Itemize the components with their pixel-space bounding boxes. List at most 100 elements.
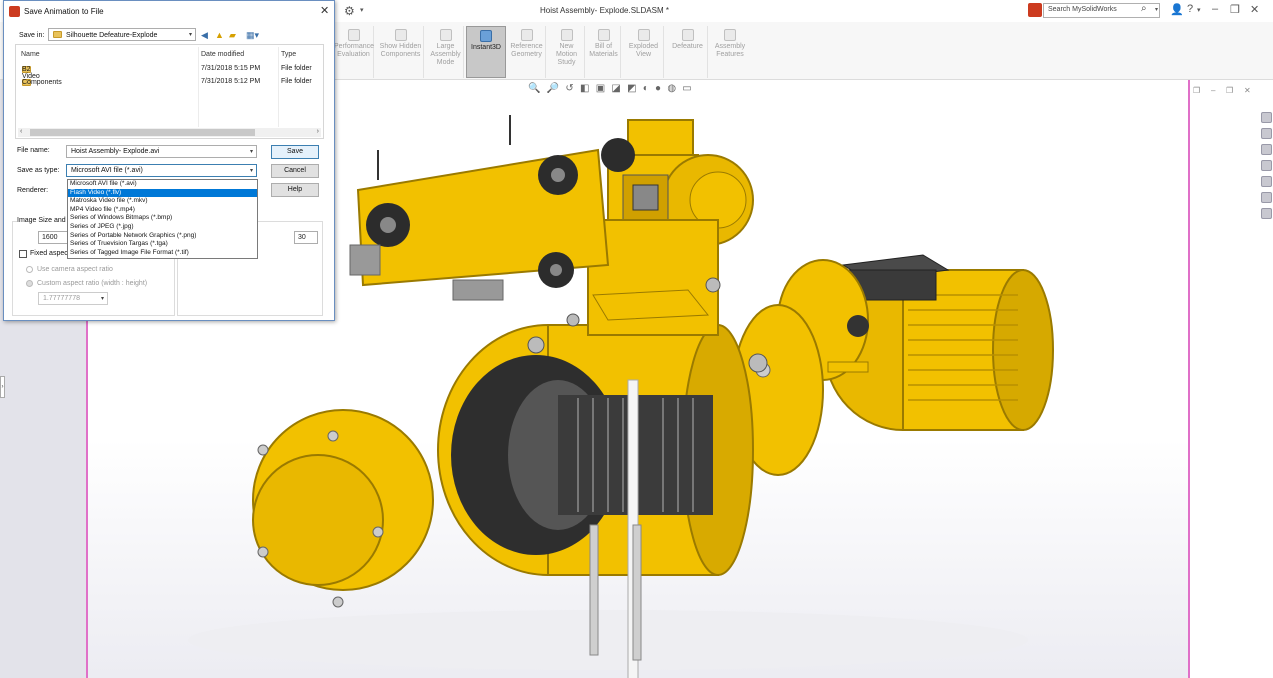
user-icon[interactable]: 👤 — [1170, 3, 1184, 16]
type-option[interactable]: Series of JPEG (*.jpg) — [68, 223, 257, 232]
ribbon-label: Performance Evaluation — [334, 43, 375, 58]
list-item[interactable]: Components 7/31/2018 5:12 PM File folder — [22, 77, 318, 89]
save-in-combo[interactable]: Silhouette Defeature-Explode ▾ — [48, 28, 196, 41]
chevron-down-icon: ▾ — [249, 168, 253, 174]
horizontal-scrollbar[interactable]: ‹ › — [18, 128, 321, 137]
motion-study-icon — [560, 29, 573, 41]
column-header-type[interactable]: Type — [281, 51, 296, 58]
cancel-button[interactable]: Cancel — [271, 164, 319, 178]
aspect-ratio-select[interactable]: 1.77777778 ▾ — [38, 292, 108, 305]
save-as-type-select[interactable]: Microsoft AVI file (*.avi) ▾ — [66, 164, 257, 177]
back-icon[interactable]: ◀ — [201, 30, 208, 41]
scroll-right-icon[interactable]: › — [317, 128, 319, 135]
list-item[interactable]: B2 Video 7/31/2018 5:15 PM File folder — [22, 64, 318, 80]
save-as-type-dropdown[interactable]: Microsoft AVI file (*.avi) Flash Video (… — [67, 179, 258, 259]
ribbon-assembly-features[interactable]: Assembly Features — [710, 26, 750, 78]
task-pane — [1261, 112, 1273, 222]
ribbon-performance-evaluation[interactable]: Performance Evaluation — [334, 26, 374, 78]
save-as-type-label: Save as type: — [17, 167, 60, 174]
camera-aspect-radio[interactable] — [26, 266, 33, 273]
chevron-down-icon: ▾ — [249, 149, 253, 155]
ribbon-reference-geometry[interactable]: Reference Geometry — [508, 26, 546, 78]
close-icon[interactable]: ✕ — [320, 4, 329, 17]
resources-icon[interactable] — [1261, 128, 1272, 139]
renderer-label: Renderer: — [17, 187, 49, 194]
minimize-icon[interactable]: – — [1211, 86, 1215, 95]
solidworks-logo-icon — [9, 6, 20, 17]
scrollbar-thumb[interactable] — [30, 129, 255, 136]
type-option[interactable]: MP4 Video file (*.mp4) — [68, 206, 257, 215]
restore-icon[interactable]: ❐ — [1193, 86, 1200, 95]
close-icon[interactable]: ✕ — [1244, 86, 1251, 95]
new-folder-icon[interactable]: ▰ — [229, 30, 236, 41]
ribbon-label: New Motion Study — [555, 43, 577, 66]
chevron-down-icon[interactable]: ▾ — [360, 6, 364, 14]
appearances-icon[interactable] — [1261, 176, 1272, 187]
restore-icon[interactable]: ❐ — [1230, 3, 1240, 16]
large-assembly-icon — [439, 29, 452, 41]
file-name-field[interactable]: Hoist Assembly- Explode.avi ▾ — [66, 145, 257, 158]
ribbon-large-assembly[interactable]: Large Assembly Mode — [428, 26, 464, 78]
file-type: File folder — [281, 78, 312, 85]
assembly-features-icon — [724, 29, 736, 41]
design-library-icon[interactable] — [1261, 144, 1272, 155]
end-cap — [252, 409, 434, 608]
dialog-title-bar: Save Animation to File ✕ — [4, 1, 334, 23]
chevron-down-icon: ▾ — [100, 296, 104, 302]
width-input[interactable]: 1600 — [38, 231, 68, 244]
ribbon-new-motion-study[interactable]: New Motion Study — [549, 26, 585, 78]
show-hidden-icon — [394, 29, 407, 41]
instant3d-icon — [480, 30, 492, 42]
up-folder-icon[interactable]: ▲ — [215, 30, 224, 40]
chevron-down-icon[interactable]: ▾ — [1155, 6, 1158, 13]
file-name-value: Hoist Assembly- Explode.avi — [71, 148, 160, 155]
save-button[interactable]: Save — [271, 145, 319, 159]
forum-icon[interactable] — [1261, 208, 1272, 219]
aspect-ratio-value: 1.77777778 — [43, 295, 80, 302]
home-icon[interactable] — [1261, 112, 1272, 123]
file-date: 7/31/2018 5:15 PM — [201, 65, 261, 72]
gear-icon[interactable]: ⚙ — [344, 4, 355, 18]
save-as-type-value: Microsoft AVI file (*.avi) — [71, 167, 143, 174]
save-in-label: Save in: — [19, 32, 45, 39]
type-option[interactable]: Series of Windows Bitmaps (*.bmp) — [68, 214, 257, 223]
type-option[interactable]: Microsoft AVI file (*.avi) — [68, 180, 257, 189]
restore-icon[interactable]: ❐ — [1226, 86, 1233, 95]
exploded-view-icon — [637, 29, 650, 41]
custom-properties-icon[interactable] — [1261, 192, 1272, 203]
type-option[interactable]: Series of Truevision Targas (*.tga) — [68, 240, 257, 249]
save-in-value: Silhouette Defeature-Explode — [66, 32, 158, 39]
custom-aspect-label: Custom aspect ratio (width : height) — [37, 280, 148, 287]
chevron-down-icon[interactable]: ▾ — [1197, 6, 1201, 14]
type-option[interactable]: Series of Portable Network Graphics (*.p… — [68, 232, 257, 241]
column-header-name[interactable]: Name — [21, 51, 40, 58]
ribbon-bill-of-materials[interactable]: Bill of Materials — [587, 26, 621, 78]
help-icon[interactable]: ? — [1187, 3, 1193, 15]
view-menu-icon[interactable]: ▦▾ — [246, 30, 259, 41]
file-explorer-icon[interactable] — [1261, 160, 1272, 171]
file-name: Components — [22, 79, 62, 86]
folder-icon — [53, 31, 62, 38]
type-option[interactable]: Series of Tagged Image File Format (*.ti… — [68, 249, 257, 258]
fixed-aspect-checkbox[interactable] — [19, 250, 27, 258]
ribbon-show-hidden[interactable]: Show Hidden Components — [378, 26, 424, 78]
type-option[interactable]: Matroska Video file (*.mkv) — [68, 197, 257, 206]
scroll-left-icon[interactable]: ‹ — [20, 128, 22, 135]
ribbon-defeature[interactable]: Defeature — [668, 26, 708, 78]
custom-aspect-radio[interactable] — [26, 280, 33, 287]
frames-per-second-input[interactable]: 30 — [294, 231, 318, 244]
defeature-icon — [681, 29, 694, 41]
chevron-down-icon: ▾ — [188, 32, 192, 38]
dialog-title: Save Animation to File — [24, 7, 104, 16]
column-header-date[interactable]: Date modified — [201, 51, 244, 58]
ribbon-exploded-view[interactable]: Exploded View — [624, 26, 664, 78]
help-button[interactable]: Help — [271, 183, 319, 197]
panel-collapse-handle[interactable]: › — [0, 376, 5, 398]
search-icon[interactable]: ⌕ — [1141, 3, 1147, 14]
type-option[interactable]: Flash Video (*.flv) — [68, 188, 257, 198]
ribbon-instant3d[interactable]: Instant3D — [466, 26, 506, 78]
close-icon[interactable]: ✕ — [1250, 3, 1259, 16]
file-list[interactable]: Name Date modified Type B2 Video 7/31/20… — [15, 44, 324, 139]
minimize-icon[interactable]: – — [1212, 3, 1218, 15]
ribbon-label: Defeature — [672, 43, 703, 50]
